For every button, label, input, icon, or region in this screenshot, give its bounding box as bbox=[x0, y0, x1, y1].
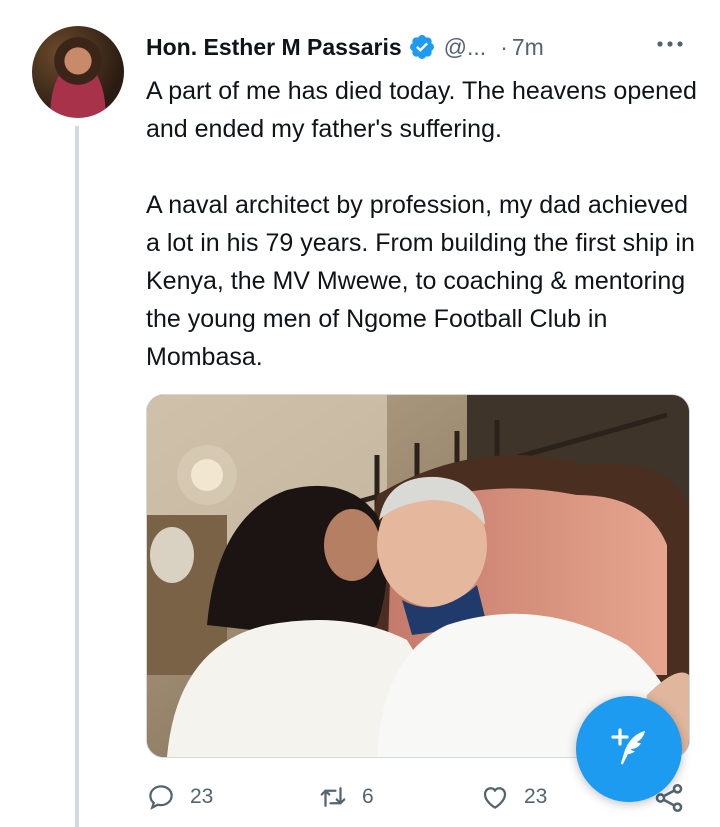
tweet-paragraph-2: A naval architect by profession, my dad … bbox=[146, 191, 695, 371]
author-name[interactable]: Hon. Esther M Passaris bbox=[146, 34, 402, 61]
tweet-time[interactable]: 7m bbox=[512, 34, 544, 61]
author-handle[interactable]: @... bbox=[444, 34, 487, 61]
retweet-button[interactable]: 6 bbox=[318, 782, 374, 812]
like-button[interactable]: 23 bbox=[480, 782, 547, 812]
more-icon[interactable] bbox=[655, 34, 685, 54]
retweet-icon bbox=[320, 787, 346, 807]
thread-line bbox=[75, 126, 79, 827]
separator-dot: · bbox=[500, 33, 508, 60]
compose-tweet-icon bbox=[611, 728, 645, 765]
heart-icon bbox=[483, 787, 507, 809]
tweet-header: Hon. Esther M Passaris @... · 7m bbox=[146, 30, 544, 64]
author-avatar[interactable] bbox=[32, 26, 124, 118]
compose-tweet-button[interactable] bbox=[576, 696, 682, 802]
like-count: 23 bbox=[524, 785, 548, 808]
reply-count: 23 bbox=[190, 785, 214, 808]
tweet-paragraph-1: A part of me has died today. The heavens… bbox=[146, 77, 697, 143]
verified-badge-icon bbox=[409, 35, 434, 59]
reply-button[interactable]: 23 bbox=[146, 782, 213, 812]
tweet-text: A part of me has died today. The heavens… bbox=[146, 72, 706, 376]
retweet-count: 6 bbox=[362, 785, 374, 808]
reply-icon bbox=[149, 785, 173, 810]
